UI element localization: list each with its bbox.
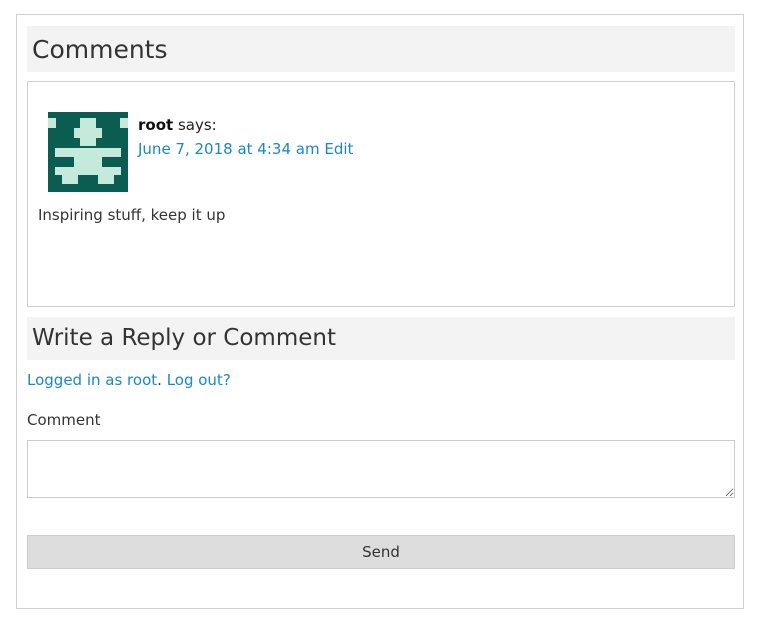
logged-in-line: Logged in as root. Log out? <box>27 371 231 389</box>
logged-in-link[interactable]: Logged in as root <box>27 371 157 389</box>
comment-input[interactable] <box>27 440 735 498</box>
comments-panel: Comments root says: June 7, 2018 at 4:34… <box>16 14 744 609</box>
comment-author-name: root <box>138 116 174 134</box>
comment-field-label: Comment <box>27 411 101 429</box>
reply-heading: Write a Reply or Comment <box>27 317 735 360</box>
logged-in-separator: . <box>157 371 162 389</box>
send-button[interactable]: Send <box>27 535 735 569</box>
comment-item: root says: June 7, 2018 at 4:34 am Edit … <box>27 81 735 307</box>
comment-says-label: says: <box>177 116 217 134</box>
avatar <box>48 112 128 192</box>
comment-text: Inspiring stuff, keep it up <box>38 206 226 224</box>
comment-edit-link[interactable]: Edit <box>324 140 353 158</box>
comment-date-link[interactable]: June 7, 2018 at 4:34 am <box>138 140 320 158</box>
logout-link[interactable]: Log out? <box>167 371 231 389</box>
comments-heading: Comments <box>27 26 735 72</box>
comment-author: root says: <box>138 116 217 134</box>
comment-meta: June 7, 2018 at 4:34 am Edit <box>138 140 353 158</box>
